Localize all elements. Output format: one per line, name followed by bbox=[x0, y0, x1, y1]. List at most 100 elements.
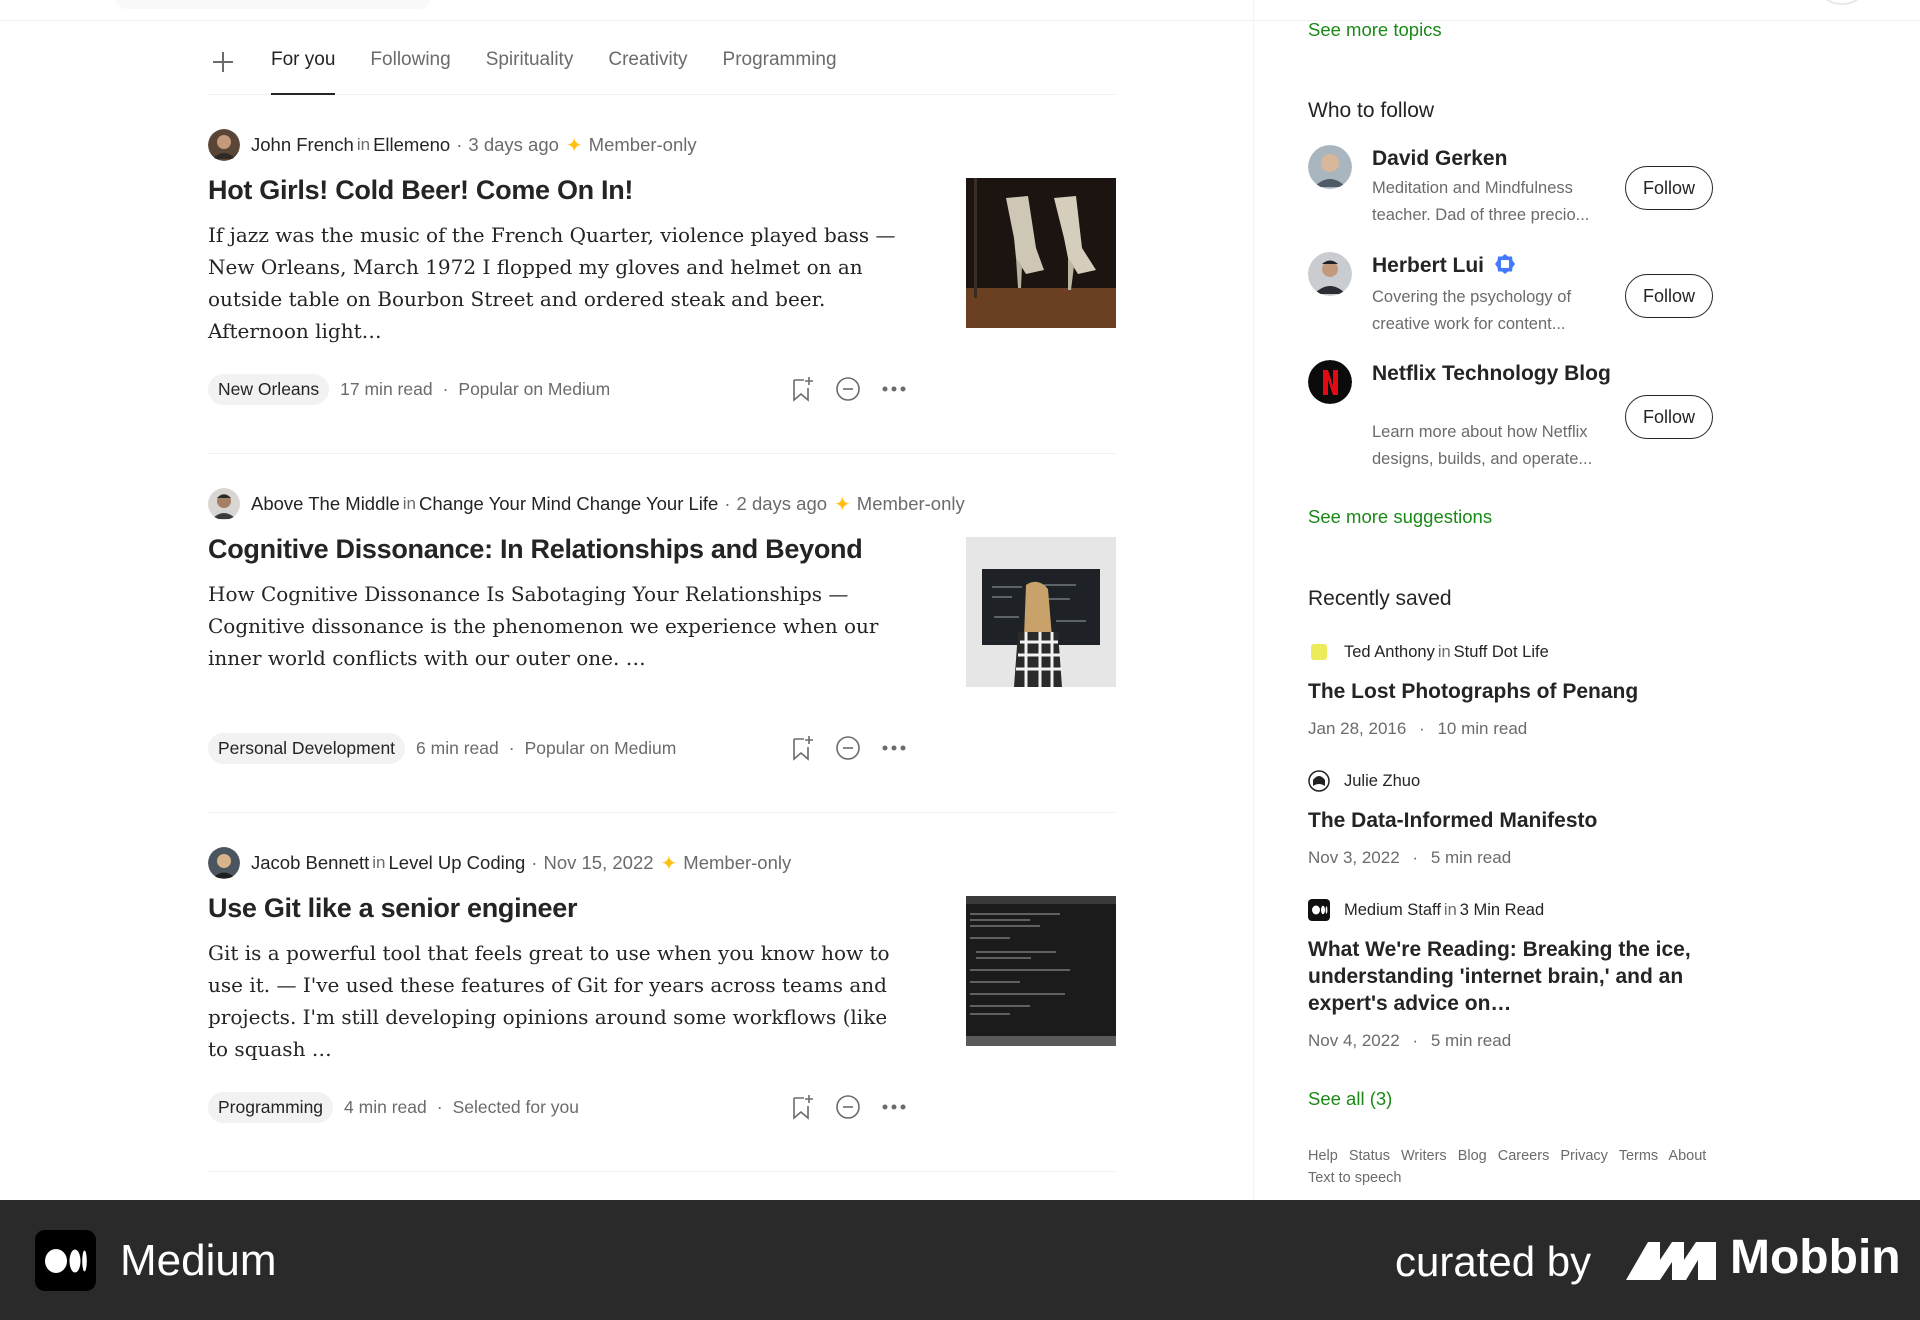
add-topic-plus-icon[interactable] bbox=[208, 46, 238, 76]
tab-programming[interactable]: Programming bbox=[723, 38, 837, 95]
see-more-topics-link[interactable]: See more topics bbox=[1308, 19, 1442, 41]
verified-badge-icon bbox=[1494, 254, 1515, 274]
article-title[interactable]: Use Git like a senior engineer bbox=[208, 893, 908, 924]
saved-read-time: 10 min read bbox=[1437, 719, 1528, 738]
topic-chip[interactable]: Programming bbox=[208, 1091, 334, 1123]
person-name[interactable]: David Gerken bbox=[1372, 145, 1612, 172]
article-title[interactable]: Cognitive Dissonance: In Relationships a… bbox=[208, 534, 908, 565]
separator-dot: · bbox=[456, 134, 463, 155]
footer-link-text-to-speech[interactable]: Text to speech bbox=[1308, 1170, 1402, 1186]
article-snippet[interactable]: Git is a powerful tool that feels great … bbox=[208, 937, 908, 1065]
footer-link-about[interactable]: About bbox=[1668, 1148, 1706, 1164]
medium-logo-icon[interactable] bbox=[1308, 899, 1330, 921]
person-description: Covering the psychology of creative work… bbox=[1372, 288, 1572, 333]
member-only-label: Member-only bbox=[856, 493, 965, 514]
article-date: 3 days ago bbox=[468, 134, 559, 155]
article-thumbnail[interactable] bbox=[966, 896, 1116, 1046]
author-avatar[interactable] bbox=[1308, 770, 1330, 792]
in-label: in bbox=[402, 494, 417, 513]
person-name[interactable]: Herbert Lui bbox=[1372, 252, 1612, 279]
footer-link-terms[interactable]: Terms bbox=[1619, 1148, 1658, 1164]
in-label: in bbox=[356, 135, 371, 154]
author-name[interactable]: Jacob Bennett bbox=[251, 852, 369, 874]
separator-dot: · bbox=[531, 852, 538, 873]
follow-button[interactable]: Follow bbox=[1625, 166, 1713, 210]
person-description: Learn more about how Netflix designs, bu… bbox=[1372, 423, 1593, 468]
see-all-saved-link[interactable]: See all (3) bbox=[1308, 1088, 1392, 1110]
article-footer: Personal Development 6 min read · Popula… bbox=[208, 732, 908, 764]
article-snippet[interactable]: How Cognitive Dissonance Is Sabotaging Y… bbox=[208, 578, 908, 674]
topic-chip[interactable]: New Orleans bbox=[208, 373, 330, 405]
curated-banner: Medium curated by Mobbin bbox=[0, 1200, 1920, 1320]
author-avatar[interactable] bbox=[208, 847, 240, 879]
more-options-icon[interactable] bbox=[880, 734, 908, 762]
article-title[interactable]: Hot Girls! Cold Beer! Come On In! bbox=[208, 175, 908, 206]
publication-name[interactable]: Level Up Coding bbox=[389, 852, 526, 874]
footer-link-help[interactable]: Help bbox=[1308, 1148, 1338, 1164]
author-name[interactable]: Medium Staff bbox=[1344, 901, 1441, 920]
person-avatar[interactable] bbox=[1308, 252, 1352, 296]
see-more-suggestions-link[interactable]: See more suggestions bbox=[1308, 506, 1492, 528]
topic-chip[interactable]: Personal Development bbox=[208, 732, 406, 764]
publication-name[interactable]: Ellemeno bbox=[373, 134, 450, 156]
top-bar bbox=[0, 0, 1920, 21]
who-to-follow-heading: Who to follow bbox=[1308, 99, 1435, 122]
bookmark-add-icon[interactable] bbox=[788, 1093, 816, 1121]
person-name[interactable]: Netflix Technology Blog bbox=[1372, 360, 1612, 387]
medium-app-logo-icon bbox=[35, 1230, 96, 1291]
author-avatar[interactable] bbox=[208, 129, 240, 161]
member-star-icon: ✦ bbox=[660, 852, 678, 875]
saved-footer: Nov 4, 2022 · 5 min read bbox=[1308, 1031, 1708, 1051]
article-thumbnail[interactable] bbox=[966, 537, 1116, 687]
recommendation-reason: Popular on Medium bbox=[524, 737, 677, 758]
tab-creativity[interactable]: Creativity bbox=[608, 38, 687, 95]
user-avatar[interactable] bbox=[1822, 0, 1862, 5]
more-options-icon[interactable] bbox=[880, 375, 908, 403]
saved-meta: Medium Staff in 3 Min Read bbox=[1308, 899, 1708, 921]
footer-links: Help Status Writers Blog Careers Privacy… bbox=[1308, 1145, 1728, 1189]
publication-name[interactable]: Change Your Mind Change Your Life bbox=[419, 493, 718, 515]
netflix-logo-icon[interactable] bbox=[1308, 360, 1352, 404]
person-avatar[interactable] bbox=[1308, 145, 1352, 189]
footer-link-privacy[interactable]: Privacy bbox=[1560, 1148, 1608, 1164]
saved-date: Jan 28, 2016 bbox=[1308, 719, 1407, 738]
publication-name[interactable]: 3 Min Read bbox=[1460, 901, 1544, 920]
bookmark-add-icon[interactable] bbox=[788, 734, 816, 762]
tab-following[interactable]: Following bbox=[370, 38, 450, 95]
follow-button[interactable]: Follow bbox=[1625, 274, 1713, 318]
separator-dot: · bbox=[1412, 1031, 1419, 1050]
search-input[interactable] bbox=[115, 0, 431, 9]
article-footer: New Orleans 17 min read · Popular on Med… bbox=[208, 373, 908, 405]
article-snippet[interactable]: If jazz was the music of the French Quar… bbox=[208, 219, 908, 347]
separator-dot: · bbox=[724, 493, 731, 514]
author-name[interactable]: John French bbox=[251, 134, 354, 156]
author-avatar[interactable] bbox=[208, 488, 240, 520]
saved-title[interactable]: The Lost Photographs of Penang bbox=[1308, 678, 1708, 705]
saved-meta: Ted Anthony in Stuff Dot Life bbox=[1308, 641, 1708, 663]
tab-for-you[interactable]: For you bbox=[271, 38, 336, 95]
author-avatar[interactable] bbox=[1308, 641, 1330, 663]
footer-link-writers[interactable]: Writers bbox=[1401, 1148, 1447, 1164]
bookmark-add-icon[interactable] bbox=[788, 375, 816, 403]
more-options-icon[interactable] bbox=[880, 1093, 908, 1121]
saved-date: Nov 4, 2022 bbox=[1308, 1031, 1400, 1050]
saved-title[interactable]: The Data-Informed Manifesto bbox=[1308, 807, 1708, 834]
follow-button[interactable]: Follow bbox=[1625, 395, 1713, 439]
article-card: John French in Ellemeno · 3 days ago ✦ M… bbox=[208, 95, 1116, 454]
show-less-minus-circle-icon[interactable] bbox=[834, 1093, 862, 1121]
author-name[interactable]: Ted Anthony bbox=[1344, 643, 1435, 662]
author-name[interactable]: Above The Middle bbox=[251, 493, 400, 515]
author-name[interactable]: Julie Zhuo bbox=[1344, 772, 1420, 791]
separator-dot: · bbox=[1419, 719, 1425, 738]
show-less-minus-circle-icon[interactable] bbox=[834, 375, 862, 403]
article-thumbnail[interactable] bbox=[966, 178, 1116, 328]
article-card: Jacob Bennett in Level Up Coding · Nov 1… bbox=[208, 813, 1116, 1172]
footer-link-status[interactable]: Status bbox=[1349, 1148, 1390, 1164]
footer-link-blog[interactable]: Blog bbox=[1458, 1148, 1487, 1164]
footer-link-careers[interactable]: Careers bbox=[1498, 1148, 1550, 1164]
show-less-minus-circle-icon[interactable] bbox=[834, 734, 862, 762]
publication-name[interactable]: Stuff Dot Life bbox=[1454, 643, 1549, 662]
tab-spirituality[interactable]: Spirituality bbox=[486, 38, 574, 95]
saved-footer: Jan 28, 2016 · 10 min read bbox=[1308, 719, 1708, 739]
saved-title[interactable]: What We're Reading: Breaking the ice, un… bbox=[1308, 936, 1708, 1017]
